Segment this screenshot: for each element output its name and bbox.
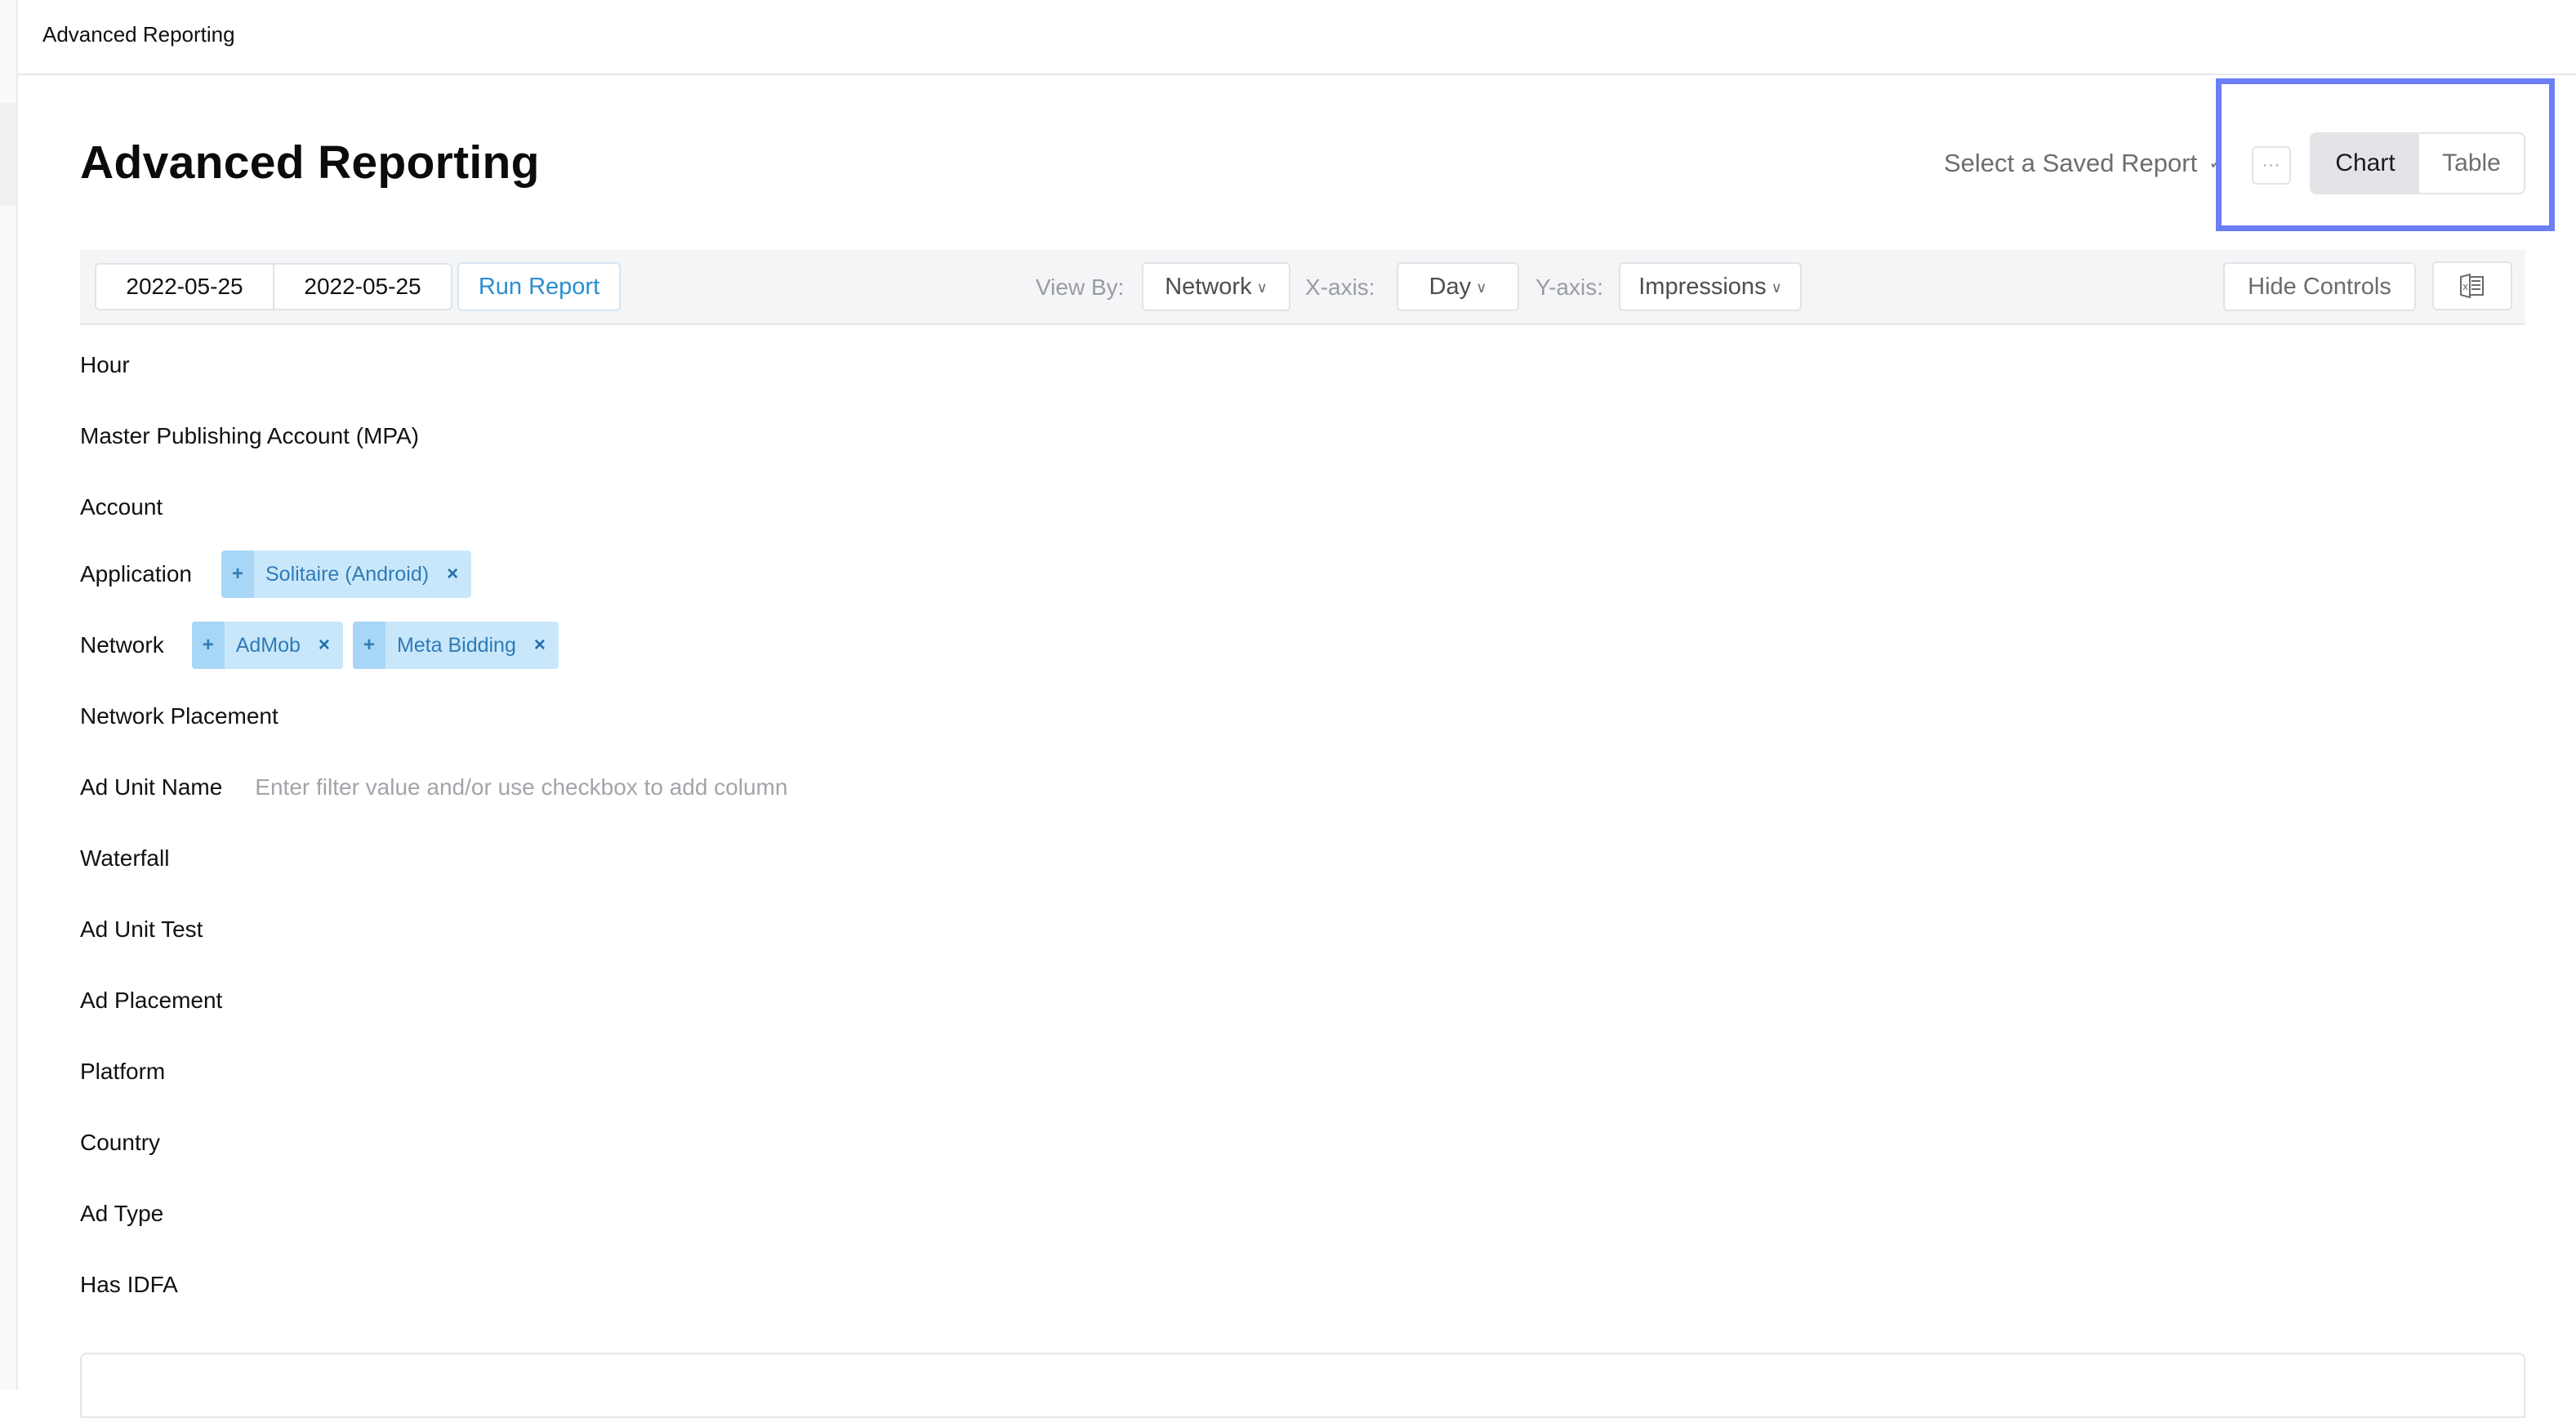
filter-label: Application bbox=[80, 561, 192, 586]
saved-report-placeholder: Select a Saved Report bbox=[1944, 149, 2198, 177]
filter-chip: + AdMob × bbox=[191, 622, 343, 669]
plus-icon[interactable]: + bbox=[191, 622, 225, 669]
filter-chip: + Solitaire (Android) × bbox=[221, 551, 472, 598]
filter-row-country[interactable]: Country bbox=[80, 1119, 160, 1166]
date-range-picker: 2022-05-25 2022-05-25 bbox=[95, 263, 452, 310]
filter-chip: + Meta Bidding × bbox=[352, 622, 559, 669]
more-options-button[interactable]: ··· bbox=[2252, 146, 2291, 185]
plus-icon[interactable]: + bbox=[221, 551, 254, 598]
chip-label: Meta Bidding bbox=[396, 633, 516, 657]
filter-label: Country bbox=[80, 1130, 161, 1155]
chevron-down-icon: ∨ bbox=[1256, 279, 1268, 296]
filter-row-ad-unit-test[interactable]: Ad Unit Test bbox=[80, 906, 203, 953]
close-icon[interactable]: × bbox=[534, 622, 559, 669]
view-by-label: View By: bbox=[1036, 274, 1125, 300]
sidebar-collapsed-edge bbox=[0, 0, 18, 1390]
breadcrumb: Advanced Reporting bbox=[42, 22, 235, 47]
close-icon[interactable]: × bbox=[447, 551, 471, 598]
tab-chart[interactable]: Chart bbox=[2311, 134, 2419, 193]
filter-row-mpa[interactable]: Master Publishing Account (MPA) bbox=[80, 412, 419, 460]
tab-table[interactable]: Table bbox=[2419, 134, 2524, 193]
chevron-down-icon: ✓ bbox=[2208, 153, 2224, 173]
x-axis-value: Day bbox=[1428, 273, 1472, 300]
filter-label: Ad Placement bbox=[80, 988, 223, 1013]
filter-label: Ad Unit Name bbox=[80, 774, 223, 800]
filter-label: Ad Type bbox=[80, 1201, 164, 1226]
filter-row-network-placement[interactable]: Network Placement bbox=[80, 693, 279, 740]
filter-row-account[interactable]: Account bbox=[80, 484, 163, 531]
report-results-card bbox=[80, 1353, 2525, 1418]
svg-text:x: x bbox=[2462, 281, 2468, 292]
page-title: Advanced Reporting bbox=[80, 136, 540, 189]
filter-row-application[interactable]: Application + Solitaire (Android) × bbox=[80, 551, 472, 598]
sidebar-active-indicator bbox=[0, 103, 16, 206]
close-icon[interactable]: × bbox=[319, 622, 343, 669]
filter-label: Waterfall bbox=[80, 845, 170, 871]
report-controls-toolbar: 2022-05-25 2022-05-25 Run Report View By… bbox=[80, 250, 2525, 325]
filter-row-ad-type[interactable]: Ad Type bbox=[80, 1190, 163, 1237]
export-excel-button[interactable]: x bbox=[2432, 261, 2512, 310]
view-toggle: Chart Table bbox=[2310, 132, 2525, 194]
y-axis-value: Impressions bbox=[1638, 273, 1767, 300]
filter-label: Ad Unit Test bbox=[80, 916, 203, 942]
chevron-down-icon: ∨ bbox=[1771, 279, 1782, 296]
chip-label: Solitaire (Android) bbox=[265, 562, 430, 586]
view-by-select[interactable]: Network ∨ bbox=[1142, 262, 1290, 311]
filter-label: Has IDFA bbox=[80, 1272, 178, 1297]
filter-row-network[interactable]: Network + AdMob × + Meta Bidding × bbox=[80, 622, 559, 669]
filter-label: Network bbox=[80, 632, 164, 658]
filter-label: Account bbox=[80, 494, 163, 519]
filter-label: Hour bbox=[80, 352, 130, 377]
plus-icon[interactable]: + bbox=[352, 622, 386, 669]
top-bar: Advanced Reporting bbox=[18, 0, 2576, 75]
chip-label: AdMob bbox=[235, 633, 301, 657]
filter-label: Platform bbox=[80, 1059, 166, 1084]
filter-row-ad-unit-name[interactable]: Ad Unit Name Enter filter value and/or u… bbox=[80, 764, 787, 811]
saved-report-select[interactable]: Select a Saved Report ✓ bbox=[1944, 149, 2224, 178]
hide-controls-button[interactable]: Hide Controls bbox=[2223, 262, 2416, 311]
filter-label: Network Placement bbox=[80, 703, 279, 729]
x-axis-select[interactable]: Day ∨ bbox=[1397, 262, 1519, 311]
x-axis-label: X-axis: bbox=[1305, 274, 1375, 300]
chevron-down-icon: ∨ bbox=[1476, 279, 1487, 296]
start-date-input[interactable]: 2022-05-25 bbox=[96, 265, 273, 309]
y-axis-label: Y-axis: bbox=[1535, 274, 1604, 300]
filter-row-platform[interactable]: Platform bbox=[80, 1048, 165, 1095]
filter-label: Master Publishing Account (MPA) bbox=[80, 423, 419, 448]
view-by-value: Network bbox=[1165, 273, 1252, 300]
y-axis-select[interactable]: Impressions ∨ bbox=[1619, 262, 1802, 311]
run-report-button[interactable]: Run Report bbox=[457, 262, 621, 311]
filter-row-has-idfa[interactable]: Has IDFA bbox=[80, 1261, 178, 1309]
filter-row-ad-placement[interactable]: Ad Placement bbox=[80, 977, 222, 1024]
excel-icon: x bbox=[2460, 274, 2484, 298]
ad-unit-name-input[interactable]: Enter filter value and/or use checkbox t… bbox=[255, 774, 787, 800]
filter-row-hour[interactable]: Hour bbox=[80, 341, 130, 389]
end-date-input[interactable]: 2022-05-25 bbox=[273, 265, 451, 309]
filter-row-waterfall[interactable]: Waterfall bbox=[80, 835, 169, 882]
